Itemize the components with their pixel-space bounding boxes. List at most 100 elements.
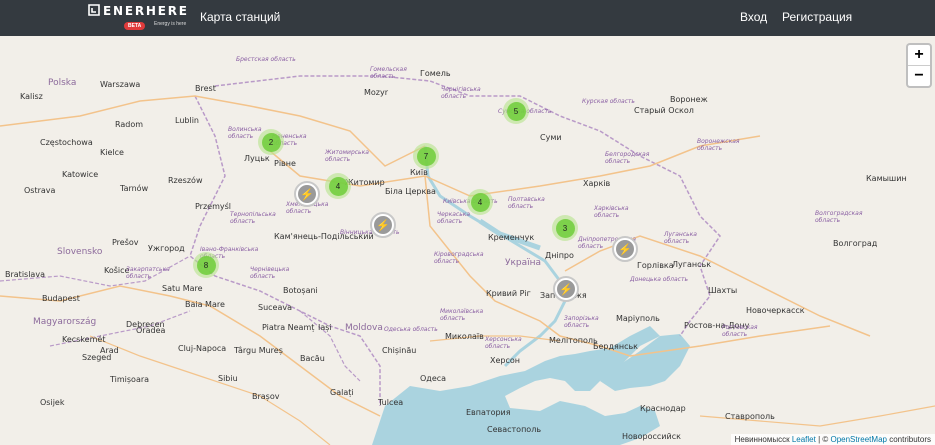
station-cluster[interactable]: 4 <box>325 173 351 199</box>
city-label: Tarnów <box>120 184 149 193</box>
city-label: Волгоград <box>833 239 878 248</box>
region-label: Кіровоградська область <box>434 251 484 265</box>
region-label: Курская область <box>582 98 635 105</box>
zoom-in-button[interactable]: + <box>908 45 930 65</box>
city-label: Iași <box>318 323 332 332</box>
map-attribution: Невинномысск Leaflet | © OpenStreetMap c… <box>730 434 935 445</box>
lightning-icon: ⚡ <box>374 216 392 234</box>
nav-map-link[interactable]: Карта станций <box>200 10 280 24</box>
region-label: Тернопільська область <box>230 211 276 225</box>
region-label: Чернівецька область <box>250 266 290 280</box>
osm-link[interactable]: OpenStreetMap <box>830 435 886 444</box>
region-label: Луганська область <box>664 231 697 245</box>
city-label: Częstochowa <box>40 138 93 147</box>
city-label: Oradea <box>136 326 166 335</box>
city-label: Timișoara <box>110 375 150 384</box>
beta-badge: BETA <box>124 22 146 30</box>
region-label: Воронежская область <box>697 138 740 152</box>
city-label: Lublin <box>175 116 199 125</box>
map-view[interactable]: Polska Slovensko Magyarország Moldova Ук… <box>0 36 935 445</box>
cluster-count: 4 <box>470 192 490 212</box>
city-label: Bacău <box>300 354 325 363</box>
city-label: Кременчук <box>488 233 535 242</box>
region-label: Гомельская область <box>370 66 407 80</box>
cluster-count: 5 <box>506 101 526 121</box>
attribution-place: Невинномысск <box>734 435 790 444</box>
region-label: Закарпатська область <box>126 266 170 280</box>
city-label: Cluj-Napoca <box>178 344 227 353</box>
city-label: Суми <box>540 133 562 142</box>
city-label: Kecskemét <box>62 335 106 344</box>
city-label: Przemyśl <box>195 202 232 211</box>
city-label: Біла Церква <box>385 187 436 196</box>
lightning-icon: ⚡ <box>616 240 634 258</box>
city-label: Дніпро <box>545 251 574 260</box>
city-label: Arad <box>100 346 119 355</box>
city-label: Ставрополь <box>725 412 775 421</box>
region-label: Черкаська область <box>437 211 471 225</box>
zoom-control: + − <box>906 43 932 88</box>
city-label: Katowice <box>62 170 99 179</box>
brand-name: ENERHERE <box>103 4 189 18</box>
charging-station-marker[interactable]: ⚡ <box>553 276 579 302</box>
region-label: Чернігівська область <box>441 86 481 100</box>
city-label: Старый Оскол <box>634 106 694 115</box>
region-label: Одеська область <box>384 326 438 333</box>
brand-logo[interactable]: ENERHERE BETA Energy is here <box>88 3 188 31</box>
city-label: Warszawa <box>100 80 141 89</box>
station-cluster[interactable]: 7 <box>413 143 439 169</box>
lightning-icon: ⚡ <box>557 280 575 298</box>
city-label: Камышин <box>866 174 907 183</box>
city-label: Херсон <box>490 356 521 365</box>
city-label: Osijek <box>40 398 65 407</box>
cluster-count: 7 <box>416 146 436 166</box>
city-label: Київ <box>410 168 428 177</box>
city-label: Târgu Mureș <box>234 346 283 355</box>
city-label: Baia Mare <box>185 300 225 309</box>
city-label: Горлівка <box>637 261 674 270</box>
city-label: Харків <box>583 179 611 188</box>
station-cluster[interactable]: 4 <box>467 189 493 215</box>
nav-login-link[interactable]: Вход <box>740 10 767 24</box>
navbar: ENERHERE BETA Energy is here Карта станц… <box>0 0 935 36</box>
city-label: Кривий Ріг <box>486 289 531 298</box>
attribution-suffix: contributors <box>886 435 931 444</box>
city-label: Ужгород <box>148 244 185 253</box>
region-label: Харківська область <box>594 205 629 219</box>
city-label: Новочеркасск <box>746 306 805 315</box>
city-label: Satu Mare <box>162 284 203 293</box>
city-label: Рівне <box>274 159 296 168</box>
zoom-out-button[interactable]: − <box>908 65 930 86</box>
cluster-count: 3 <box>555 218 575 238</box>
region-label: Херсонська область <box>485 336 522 350</box>
city-label: Botoșani <box>283 286 318 295</box>
station-cluster[interactable]: 3 <box>552 215 578 241</box>
station-cluster[interactable]: 5 <box>503 98 529 124</box>
charging-station-marker[interactable]: ⚡ <box>612 236 638 262</box>
city-label: Евпатория <box>466 408 511 417</box>
city-label: Луганськ <box>672 260 712 269</box>
region-label: Донецька область <box>630 276 689 283</box>
region-label: Запорізька область <box>564 315 599 329</box>
country-label: Magyarország <box>33 317 97 327</box>
city-label: Севастополь <box>487 425 542 434</box>
leaflet-link[interactable]: Leaflet <box>792 435 816 444</box>
city-label: Brașov <box>252 392 280 401</box>
country-label: Moldova <box>345 323 383 333</box>
charging-station-marker[interactable]: ⚡ <box>370 212 396 238</box>
region-label: Житомирська область <box>325 149 369 163</box>
region-label: Брестская область <box>236 56 296 63</box>
country-label: Slovensko <box>57 247 103 257</box>
charging-station-marker[interactable]: ⚡ <box>294 181 320 207</box>
city-label: Шахты <box>708 286 738 295</box>
region-label: Полтавська область <box>508 196 545 210</box>
city-label: Prešov <box>112 238 139 247</box>
station-cluster[interactable]: 8 <box>193 252 219 278</box>
cluster-count: 2 <box>261 132 281 152</box>
lightning-icon: ⚡ <box>298 185 316 203</box>
city-label: Sibiu <box>218 374 238 383</box>
region-label: Миколаївська область <box>440 308 484 322</box>
station-cluster[interactable]: 2 <box>258 129 284 155</box>
nav-register-link[interactable]: Регистрация <box>782 10 852 24</box>
country-label: Polska <box>48 78 77 88</box>
